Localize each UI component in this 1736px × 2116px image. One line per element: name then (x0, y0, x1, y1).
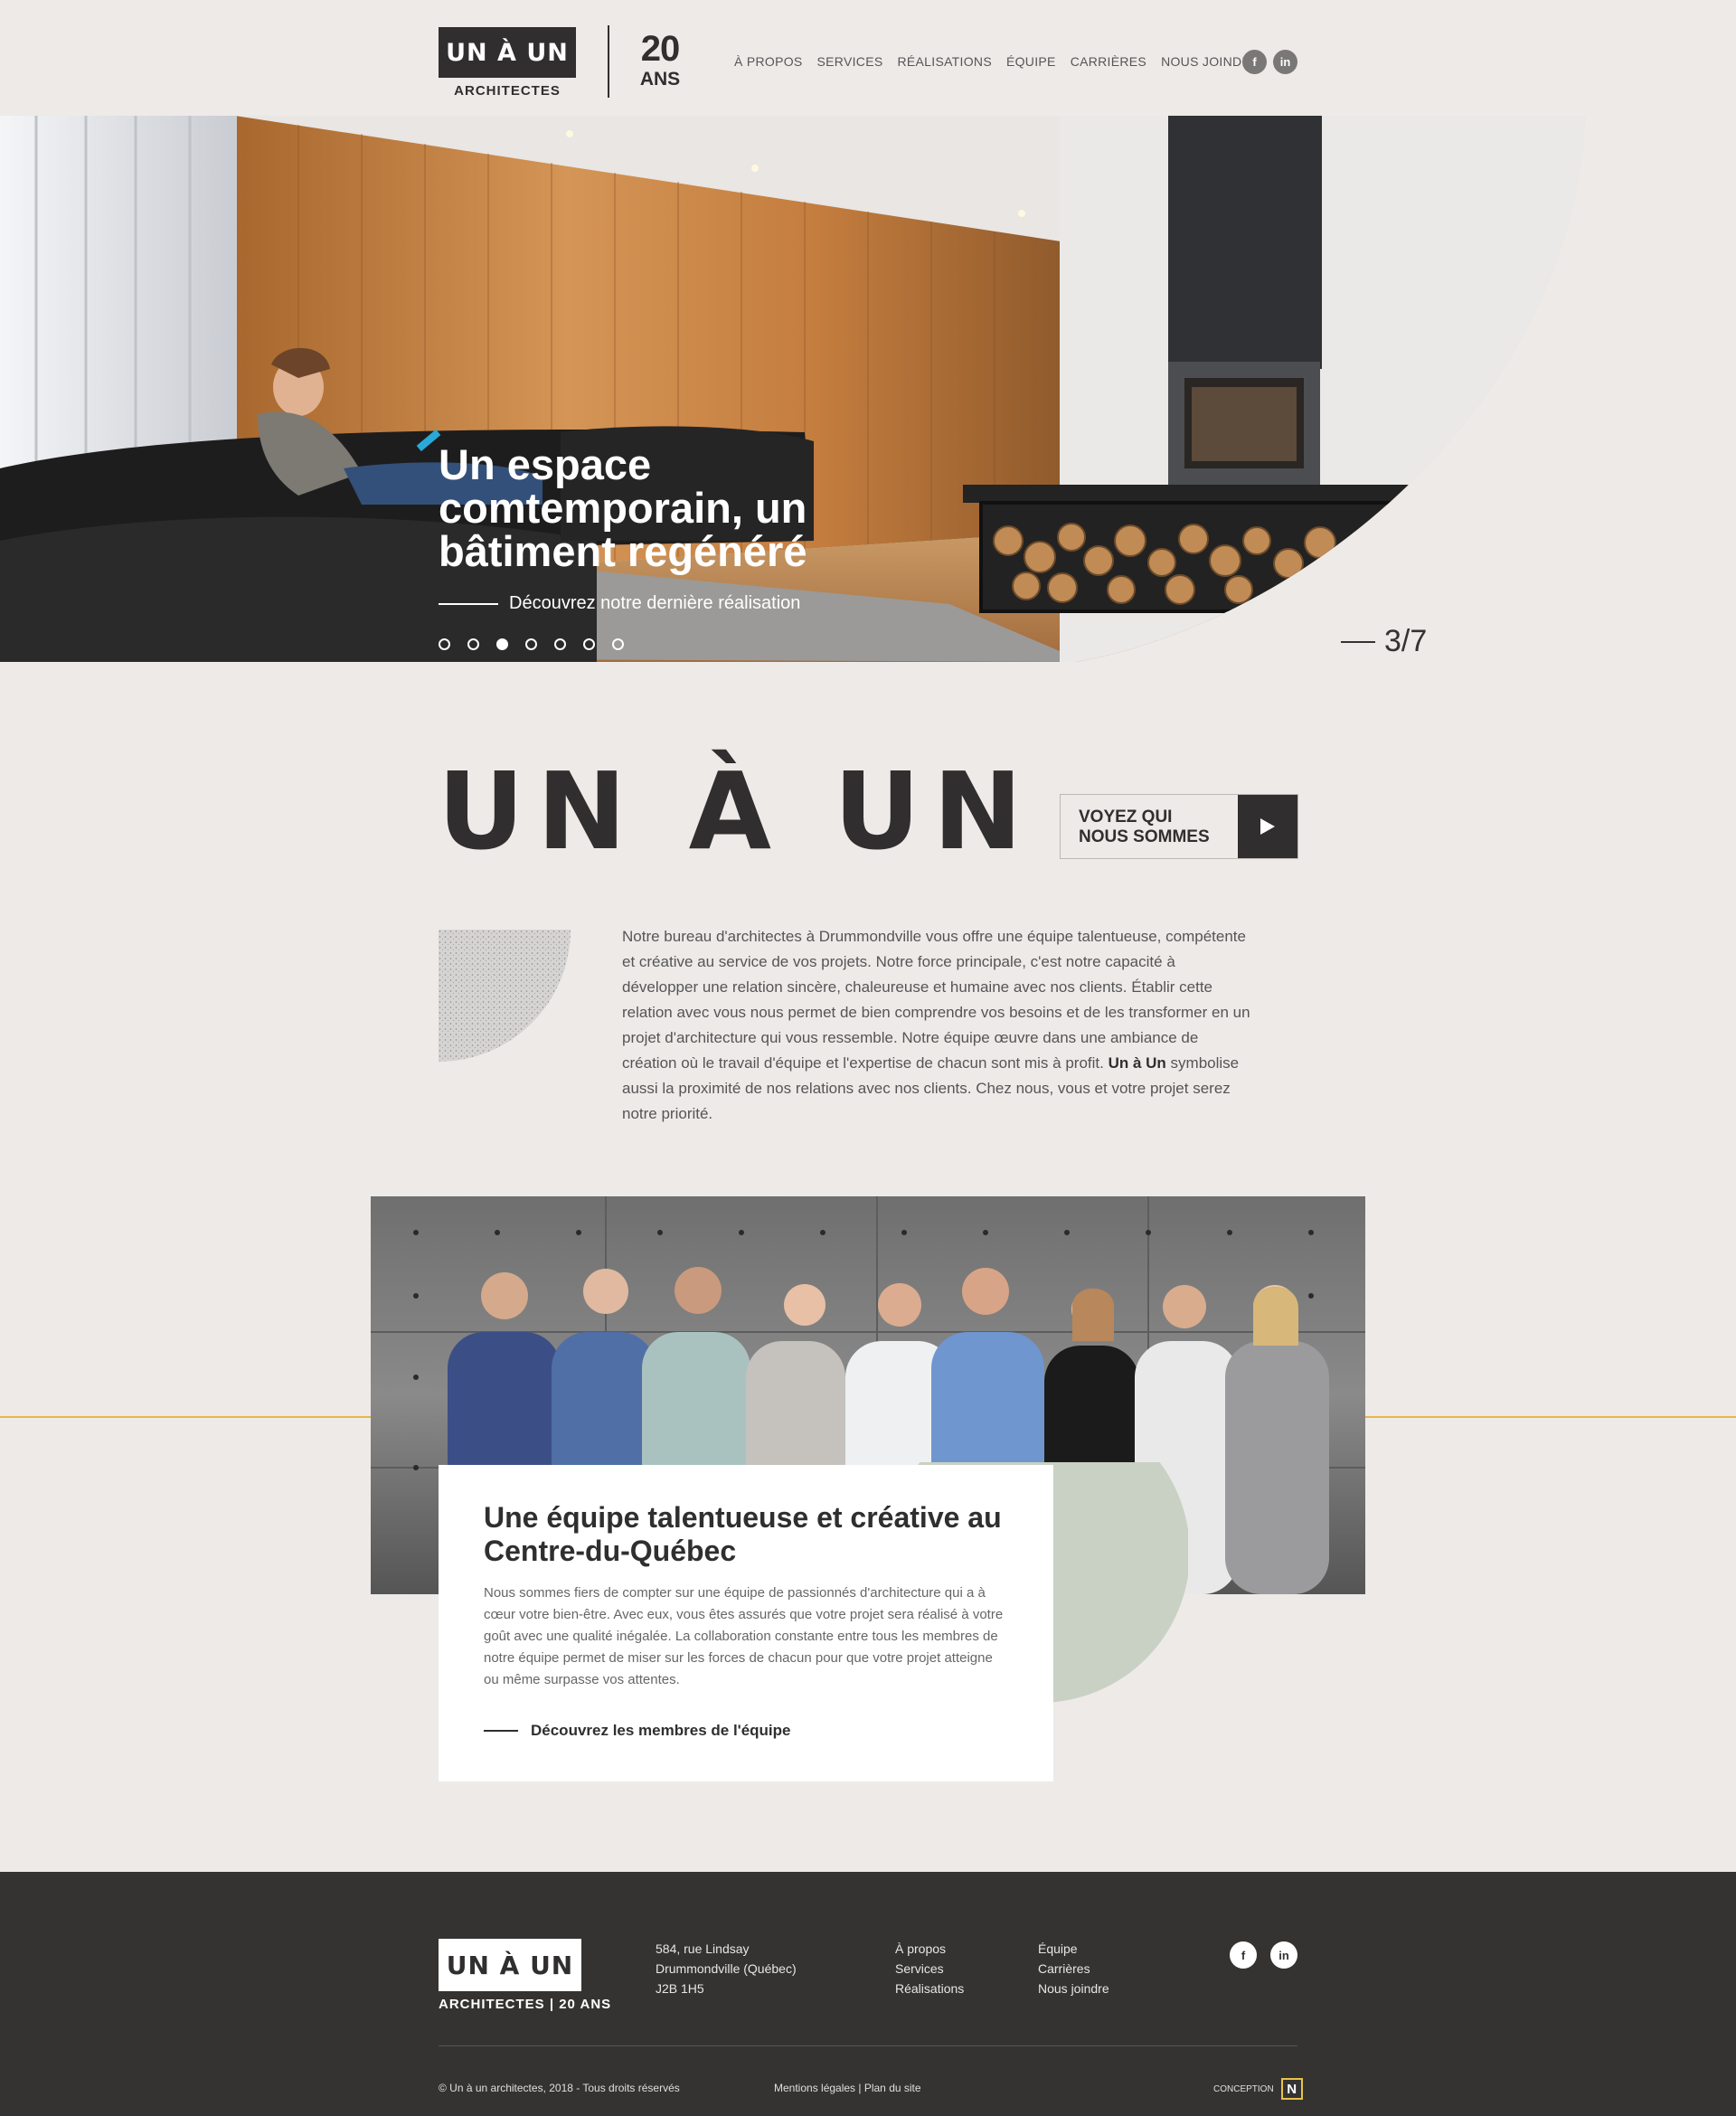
footer-address: 584, rue Lindsay Drummondville (Québec) … (656, 1939, 797, 1998)
address-line-3: J2B 1H5 (656, 1981, 704, 1996)
footer-links-1: À propos Services Réalisations (895, 1939, 964, 1998)
conception-credit[interactable]: CONCEPTION N (1213, 2078, 1303, 2100)
footer-link-equipe[interactable]: Équipe (1038, 1939, 1109, 1959)
copyright: © Un à un architectes, 2018 - Tous droit… (439, 2082, 680, 2094)
footer-link-services[interactable]: Services (895, 1959, 964, 1979)
footer-link-a-propos[interactable]: À propos (895, 1939, 964, 1959)
nav-a-propos[interactable]: À PROPOS (734, 54, 803, 69)
footer-facebook-icon[interactable]: f (1230, 1941, 1257, 1969)
hero-title: Un espace comtemporain, un bâtiment regé… (439, 440, 807, 575)
slider-dot-3[interactable] (496, 638, 508, 650)
footer-logo[interactable]: UN À UN (439, 1939, 581, 1991)
team-text: Nous sommes fiers de compter sur une équ… (484, 1585, 1004, 1687)
anniversary-number: 20 (640, 29, 681, 69)
main-nav: À PROPOS SERVICES RÉALISATIONS ÉQUIPE CA… (734, 54, 1260, 69)
hero-slider: Un espace comtemporain, un bâtiment regé… (0, 116, 1736, 662)
slider-dot-4[interactable] (525, 638, 537, 650)
team-card: Une équipe talentueuse et créative au Ce… (439, 1465, 1053, 1781)
slider-dot-6[interactable] (583, 638, 595, 650)
about-paragraph: Notre bureau d'architectes à Drummondvil… (622, 924, 1255, 1127)
slide-counter-text: 3/7 (1384, 624, 1428, 658)
slider-dot-1[interactable] (439, 638, 450, 650)
conception-label: CONCEPTION (1213, 2083, 1274, 2094)
nav-services[interactable]: SERVICES (817, 54, 883, 69)
footer-links-2: Équipe Carrières Nous joindre (1038, 1939, 1109, 1998)
footer-logo-subtitle: ARCHITECTES | 20 ANS (439, 1997, 612, 2012)
slider-dots (439, 638, 624, 650)
about-paragraph-text: Notre bureau d'architectes à Drummondvil… (622, 928, 1250, 1072)
site-header: UN À UN ARCHITECTES 20 ANS À PROPOS SERV… (0, 0, 1736, 116)
legal-links[interactable]: Mentions légales | Plan du site (774, 2082, 921, 2094)
about-brand-name: Un à Un (1108, 1054, 1166, 1072)
nav-realisations[interactable]: RÉALISATIONS (897, 54, 991, 69)
logo-divider (608, 25, 609, 98)
nav-carrieres[interactable]: CARRIÈRES (1071, 54, 1146, 69)
agency-logo[interactable]: N (1280, 2078, 1303, 2100)
footer-divider (439, 2045, 1297, 2046)
footer-link-realisations[interactable]: Réalisations (895, 1979, 964, 1998)
footer-linkedin-icon[interactable]: in (1270, 1941, 1297, 1969)
hero-link[interactable]: Découvrez notre dernière réalisation (439, 593, 800, 614)
logo-subtitle: ARCHITECTES (454, 83, 561, 99)
slider-dot-2[interactable] (467, 638, 479, 650)
who-we-are-label[interactable]: VOYEZ QUI NOUS SOMMES (1061, 795, 1238, 858)
hero-link-line (439, 602, 498, 605)
team-link-text[interactable]: Découvrez les membres de l'équipe (531, 1722, 791, 1740)
about-title: UN À UN (438, 749, 1035, 874)
slider-dot-5[interactable] (554, 638, 566, 650)
nav-equipe[interactable]: ÉQUIPE (1006, 54, 1056, 69)
address-line-2: Drummondville (Québec) (656, 1961, 797, 1976)
address-line-1: 584, rue Lindsay (656, 1941, 750, 1956)
who-we-are-button[interactable]: VOYEZ QUI NOUS SOMMES (1060, 794, 1298, 859)
footer-link-carrieres[interactable]: Carrières (1038, 1959, 1109, 1979)
hero-link-text[interactable]: Découvrez notre dernière réalisation (509, 593, 800, 614)
site-footer: UN À UN ARCHITECTES | 20 ANS 584, rue Li… (0, 1872, 1736, 2116)
footer-link-nous-joindre[interactable]: Nous joindre (1038, 1979, 1109, 1998)
slide-counter: 3/7 (1341, 624, 1427, 659)
team-title: Une équipe talentueuse et créative au Ce… (484, 1501, 1002, 1567)
concrete-quarter-circle (439, 930, 571, 1062)
linkedin-icon[interactable]: in (1273, 50, 1297, 74)
anniversary-label: ANS (639, 69, 681, 90)
team-link-line (484, 1730, 518, 1732)
facebook-icon[interactable]: f (1242, 50, 1267, 74)
hero-image (0, 116, 1585, 662)
slider-dot-7[interactable] (612, 638, 624, 650)
play-arrow-icon[interactable] (1238, 795, 1297, 858)
team-link[interactable]: Découvrez les membres de l'équipe (484, 1722, 1008, 1740)
logo[interactable]: UN À UN (439, 27, 576, 78)
slide-counter-line (1341, 640, 1375, 643)
